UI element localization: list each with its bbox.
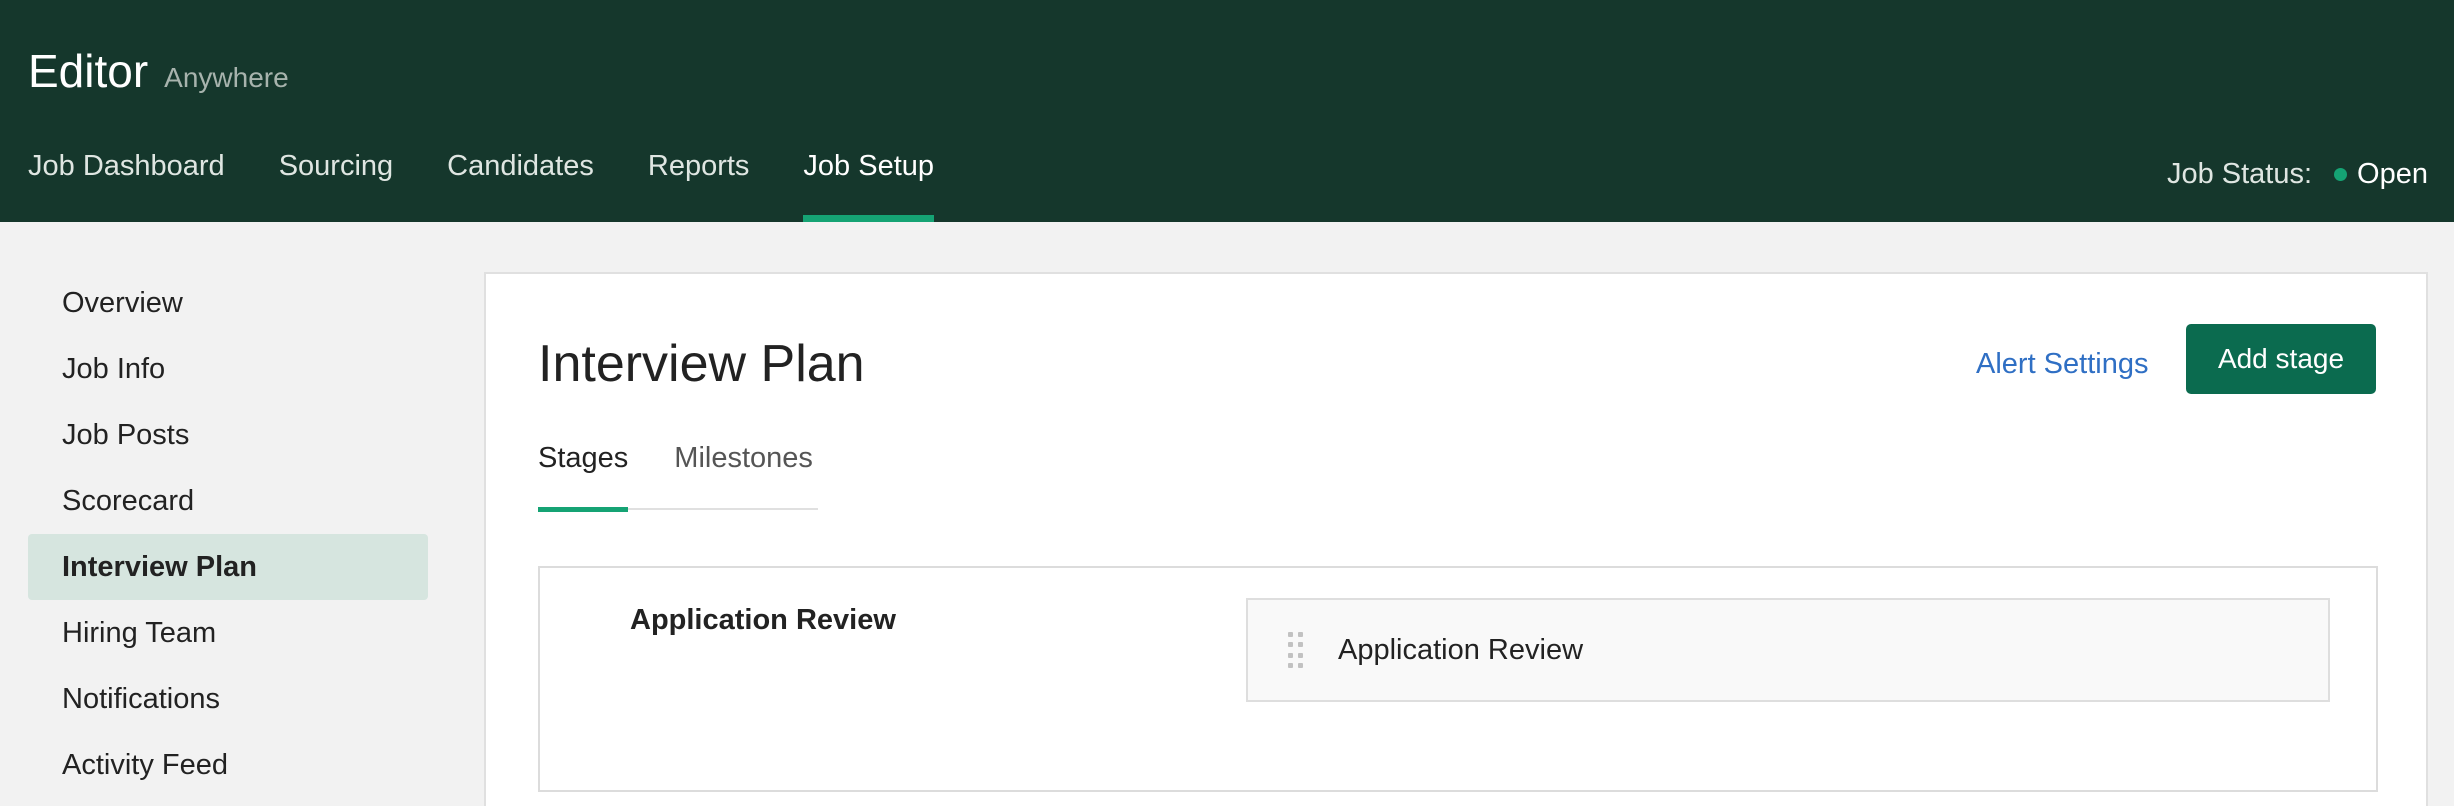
nav-reports[interactable]: Reports xyxy=(648,150,750,222)
sidebar-item-overview[interactable]: Overview xyxy=(28,270,428,336)
interview-name: Application Review xyxy=(1338,634,1584,666)
job-status-label: Job Status: xyxy=(2166,158,2313,190)
top-header: Editor Anywhere Job Dashboard Sourcing C… xyxy=(0,0,2454,222)
drag-handle-icon[interactable] xyxy=(1288,632,1304,670)
main-nav: Job Dashboard Sourcing Candidates Report… xyxy=(28,150,988,222)
tab-milestones[interactable]: Milestones xyxy=(674,442,813,510)
job-status: Job Status: Open xyxy=(2167,158,2428,191)
page-title: Interview Plan xyxy=(538,335,865,393)
nav-candidates[interactable]: Candidates xyxy=(447,150,594,222)
job-status-value[interactable]: Open xyxy=(2357,158,2428,191)
stage-row: Application Review Application Review xyxy=(538,566,2378,792)
sidebar-item-notifications[interactable]: Notifications xyxy=(28,666,428,732)
plan-tabs: Stages Milestones xyxy=(538,442,818,512)
nav-job-setup[interactable]: Job Setup xyxy=(803,150,934,222)
alert-settings-link[interactable]: Alert Settings xyxy=(1976,348,2148,381)
nav-sourcing[interactable]: Sourcing xyxy=(279,150,393,222)
interview-card[interactable]: Application Review xyxy=(1246,598,2330,702)
app-title: Editor xyxy=(28,45,149,97)
sidebar-item-job-posts[interactable]: Job Posts xyxy=(28,402,428,468)
brand: Editor Anywhere xyxy=(28,44,289,98)
sidebar-item-interview-plan[interactable]: Interview Plan xyxy=(28,534,428,600)
status-dot-icon xyxy=(2334,168,2348,181)
sidebar-item-activity-feed[interactable]: Activity Feed xyxy=(28,732,428,798)
main-panel: Interview Plan Alert Settings Add stage … xyxy=(484,272,2428,806)
sidebar-item-hiring-team[interactable]: Hiring Team xyxy=(28,600,428,666)
nav-job-dashboard[interactable]: Job Dashboard xyxy=(28,150,225,222)
stage-name: Application Review xyxy=(630,604,896,636)
app-subtitle: Anywhere xyxy=(164,62,289,93)
sidebar: Overview Job Info Job Posts Scorecard In… xyxy=(28,270,428,798)
tab-stages[interactable]: Stages xyxy=(538,442,629,512)
sidebar-item-job-info[interactable]: Job Info xyxy=(28,336,428,402)
add-stage-button[interactable]: Add stage xyxy=(2186,324,2376,394)
sidebar-item-scorecard[interactable]: Scorecard xyxy=(28,468,428,534)
